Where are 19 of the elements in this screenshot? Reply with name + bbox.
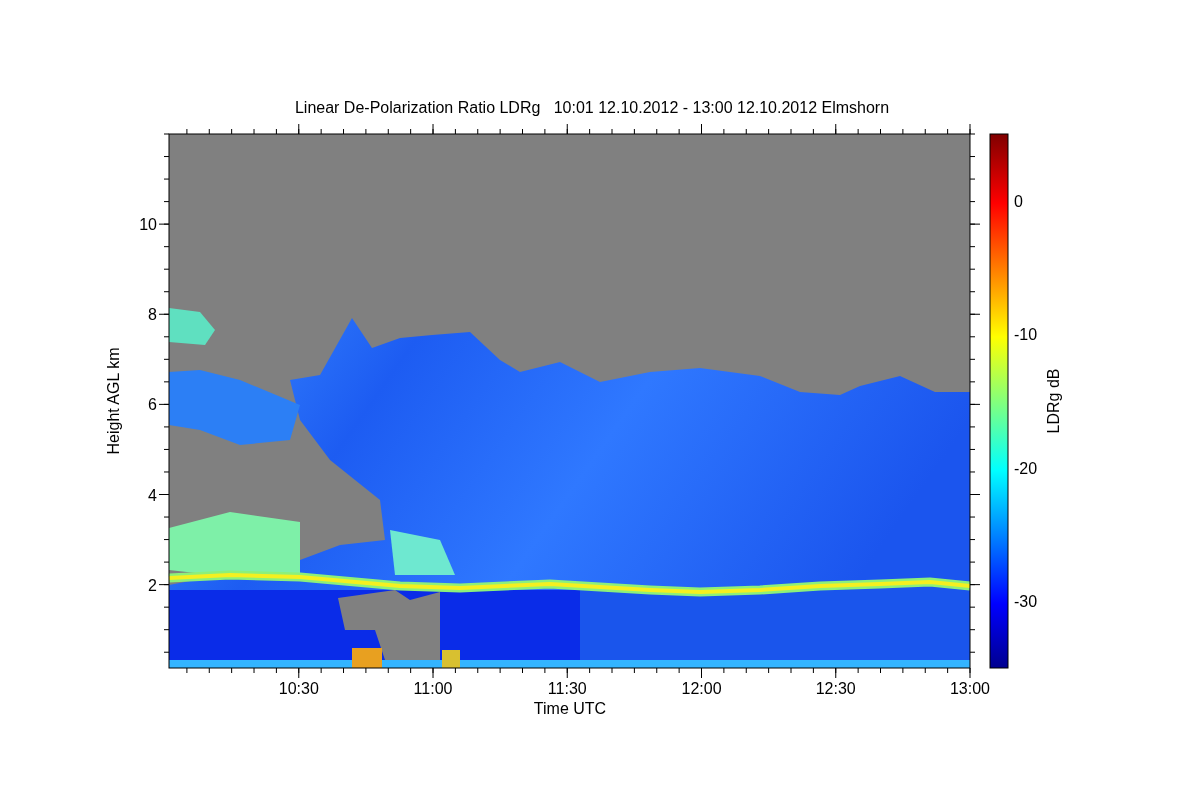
y-tick-label: 2 — [148, 576, 157, 594]
x-tick-label: 13:00 — [950, 680, 990, 697]
chart-title: Linear De-Polarization Ratio LDRg 10:01 12.10.2012 - 13:00 12.10.2012 Elmshorn — [294, 99, 890, 116]
y-tick-label: 4 — [148, 486, 157, 504]
y-tick-label: 10 — [139, 216, 157, 234]
y-axis-label: Height AGL km — [105, 347, 122, 455]
y-tick-label: 6 — [148, 396, 157, 414]
x-tick-label: 11:00 — [413, 680, 453, 697]
colorbar-tick-label: -30 — [1014, 593, 1038, 611]
x-tick-label: 10:30 — [278, 680, 319, 697]
colorbar-tick-label: -10 — [1014, 326, 1038, 344]
x-tick-label: 12:00 — [681, 680, 722, 697]
x-tick-label: 12:30 — [815, 680, 856, 697]
colorbar-tick-label: 0 — [1014, 192, 1023, 210]
x-axis-label: Time UTC — [533, 700, 607, 717]
colorbar-label: LDRg dB — [1045, 368, 1062, 434]
colorbar-tick-label: -20 — [1014, 459, 1038, 477]
y-tick-label: 8 — [148, 306, 157, 324]
x-tick-label: 11:30 — [547, 680, 587, 697]
